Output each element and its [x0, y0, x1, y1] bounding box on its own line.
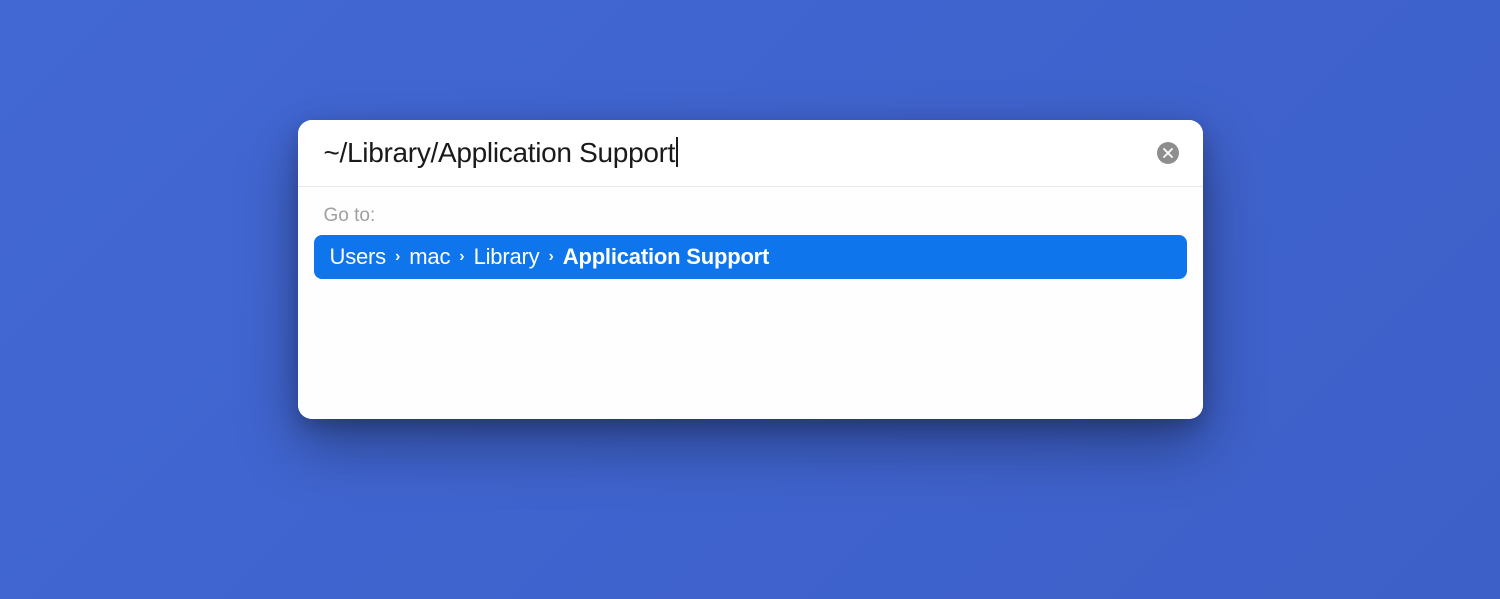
text-cursor — [676, 137, 678, 167]
breadcrumb-segment: mac — [409, 244, 450, 270]
chevron-right-icon: › — [395, 248, 400, 266]
breadcrumb-segment: Application Support — [563, 244, 769, 270]
breadcrumb-segment: Users — [330, 244, 386, 270]
chevron-right-icon: › — [459, 248, 464, 266]
goto-label: Go to: — [324, 205, 1187, 227]
results-section: Go to: Users › mac › Library › Applicati… — [298, 187, 1203, 419]
breadcrumb-segment: Library — [474, 244, 540, 270]
close-icon — [1163, 148, 1173, 158]
chevron-right-icon: › — [548, 248, 553, 266]
path-input-row: ~/Library/Application Support — [298, 120, 1203, 187]
go-to-folder-dialog: ~/Library/Application Support Go to: Use… — [298, 120, 1203, 419]
path-input-text: ~/Library/Application Support — [324, 137, 676, 169]
result-row[interactable]: Users › mac › Library › Application Supp… — [314, 235, 1187, 279]
clear-input-button[interactable] — [1157, 142, 1179, 164]
path-input[interactable]: ~/Library/Application Support — [324, 137, 1145, 169]
